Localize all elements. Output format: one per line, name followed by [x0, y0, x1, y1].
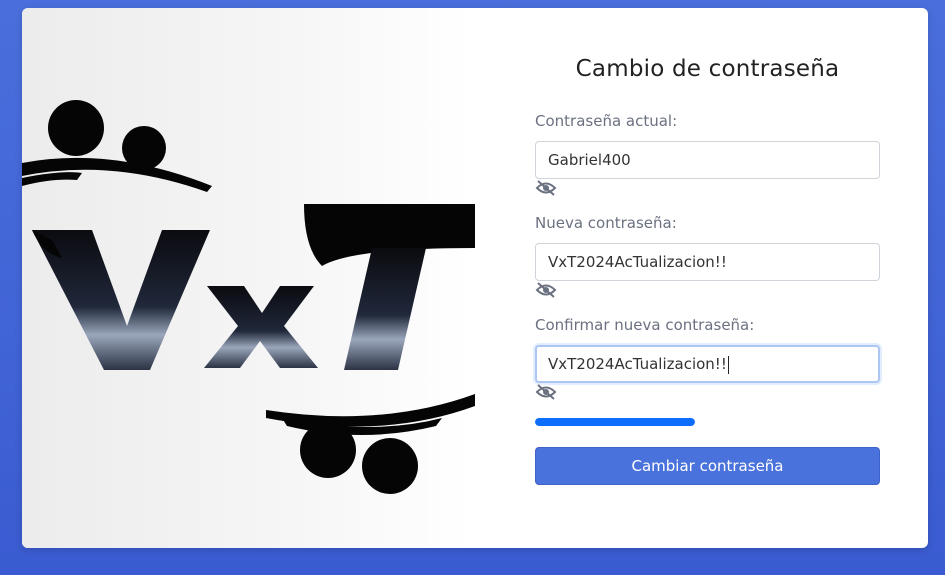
current-password-value: Gabriel400: [548, 151, 631, 169]
new-password-label: Nueva contraseña:: [535, 214, 677, 232]
form-title: Cambio de contraseña: [575, 56, 840, 82]
password-strength-fill: [535, 418, 695, 426]
confirm-password-input[interactable]: VxT2024AcTualizacion!!: [535, 345, 880, 383]
password-form: Cambio de contraseña Contraseña actual: …: [535, 8, 880, 548]
eye-slash-icon: [535, 384, 557, 400]
confirm-password-value: VxT2024AcTualizacion!!: [548, 355, 727, 373]
new-password-value: VxT2024AcTualizacion!!: [548, 253, 727, 271]
vxt-logo: [22, 100, 475, 494]
confirm-password-label: Confirmar nueva contraseña:: [535, 316, 755, 334]
current-password-label: Contraseña actual:: [535, 112, 678, 130]
change-password-button[interactable]: Cambiar contraseña: [535, 447, 880, 485]
password-change-card: Cambio de contraseña Contraseña actual: …: [22, 8, 928, 548]
password-strength-bar: [535, 418, 695, 426]
new-password-visibility-toggle[interactable]: [535, 281, 557, 299]
current-password-input[interactable]: Gabriel400: [535, 141, 880, 179]
text-caret: [727, 355, 729, 374]
eye-slash-icon: [535, 180, 557, 196]
current-password-visibility-toggle[interactable]: [535, 179, 557, 197]
brand-image: [22, 8, 475, 548]
eye-slash-icon: [535, 282, 557, 298]
confirm-password-visibility-toggle[interactable]: [535, 383, 557, 401]
new-password-input[interactable]: VxT2024AcTualizacion!!: [535, 243, 880, 281]
